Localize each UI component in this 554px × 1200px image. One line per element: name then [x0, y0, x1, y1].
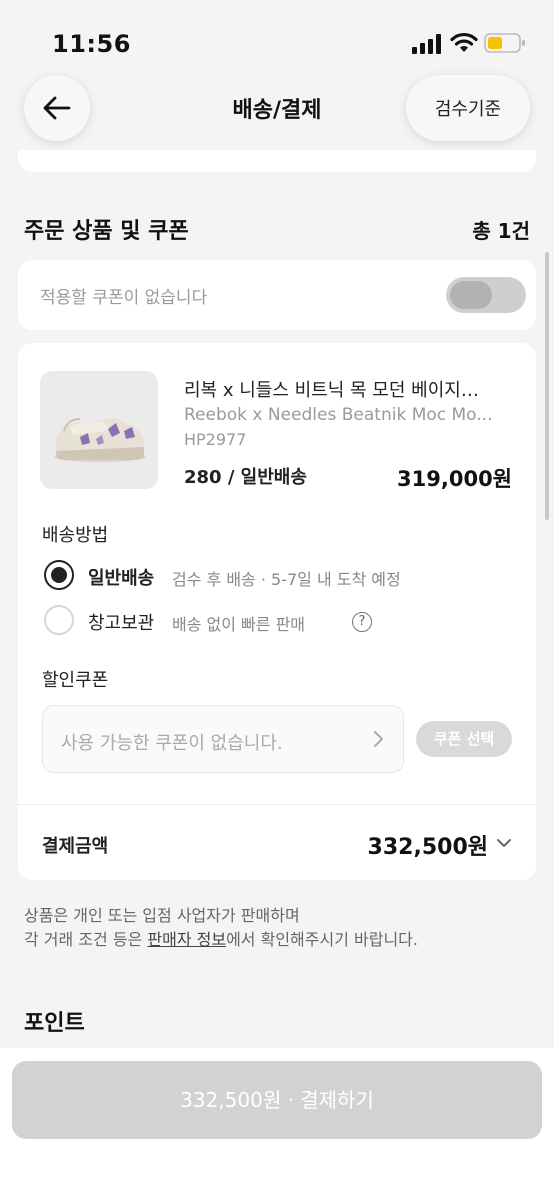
shipping-option-label: 창고보관 — [88, 613, 155, 634]
payment-amount-label: 결제금액 — [42, 836, 109, 857]
product-model-code: HP2977 — [184, 430, 247, 449]
shipping-option-warehouse[interactable]: 창고보관 배송 없이 빠른 판매 ? — [44, 605, 524, 637]
radio-unselected-icon[interactable] — [44, 605, 74, 635]
question-mark-icon[interactable]: ? — [352, 612, 372, 632]
shipping-option-desc: 검수 후 배송 · 5-7일 내 도착 예정 — [172, 570, 401, 589]
checkout-button[interactable]: 332,500원 · 결제하기 — [12, 1061, 542, 1139]
wifi-icon — [450, 32, 478, 52]
status-bar: 11:56 — [0, 0, 554, 80]
seller-notice: 상품은 개인 또는 입점 사업자가 판매하며 각 거래 조건 등은 판매자 정보… — [24, 904, 530, 952]
cellular-signal-icon — [412, 34, 441, 54]
item-count: 총 1건 — [472, 219, 530, 243]
notice-line: 상품은 개인 또는 입점 사업자가 판매하며 — [24, 906, 300, 925]
scrollbar[interactable] — [545, 252, 549, 520]
sneaker-image — [54, 418, 146, 462]
product-name-english: Reebok x Needles Beatnik Moc Mo... — [184, 405, 493, 425]
seller-info-link[interactable]: 판매자 정보 — [147, 930, 226, 949]
navigation-header: 배송/결제 검수기준 — [0, 70, 554, 146]
notice-text: 각 거래 조건 등은 — [24, 930, 148, 949]
discount-coupon-label: 할인쿠폰 — [42, 670, 109, 691]
shipping-method-label: 배송방법 — [42, 525, 109, 546]
divider — [18, 804, 536, 805]
coupon-toggle-label: 적용할 쿠폰이 없습니다 — [40, 288, 208, 308]
points-section-title: 포인트 — [24, 1011, 85, 1036]
coupon-toggle-card: 적용할 쿠폰이 없습니다 — [18, 260, 536, 330]
toggle-knob — [450, 281, 492, 309]
order-items-header: 주문 상품 및 쿠폰 총 1건 — [24, 213, 530, 247]
product-card: 리복 x 니들스 비트닉 목 모던 베이지… Reebok x Needles … — [18, 343, 536, 880]
inspection-criteria-button[interactable]: 검수기준 — [406, 75, 530, 141]
product-thumbnail — [40, 371, 158, 489]
coupon-toggle-switch[interactable] — [446, 277, 526, 313]
chevron-down-icon[interactable] — [496, 836, 512, 850]
shipping-option-desc: 배송 없이 빠른 판매 — [172, 615, 306, 634]
section-title: 주문 상품 및 쿠폰 — [24, 219, 189, 244]
battery-icon — [484, 33, 525, 53]
shipping-option-label: 일반배송 — [88, 568, 155, 589]
notice-text: 에서 확인해주시기 바랍니다. — [226, 930, 418, 949]
coupon-placeholder: 사용 가능한 쿠폰이 없습니다. — [61, 733, 283, 754]
shipping-option-standard[interactable]: 일반배송 검수 후 배송 · 5-7일 내 도착 예정 — [44, 560, 524, 592]
product-name-korean[interactable]: 리복 x 니들스 비트닉 목 모던 베이지… — [184, 376, 516, 402]
coupon-select-button[interactable]: 쿠폰 선택 — [416, 721, 512, 757]
payment-amount[interactable]: 332,500원 — [368, 829, 488, 861]
status-time: 11:56 — [52, 30, 131, 58]
radio-selected-icon[interactable] — [44, 560, 74, 590]
notice-line: 각 거래 조건 등은 판매자 정보에서 확인해주시기 바랍니다. — [24, 928, 530, 952]
coupon-select-field[interactable]: 사용 가능한 쿠폰이 없습니다. — [42, 705, 404, 773]
chevron-right-icon — [374, 731, 383, 747]
previous-card-bottom — [18, 150, 536, 172]
product-option: 280 / 일반배송 — [184, 467, 307, 488]
product-price: 319,000원 — [397, 467, 512, 491]
bottom-action-bar: 332,500원 · 결제하기 — [0, 1048, 554, 1200]
